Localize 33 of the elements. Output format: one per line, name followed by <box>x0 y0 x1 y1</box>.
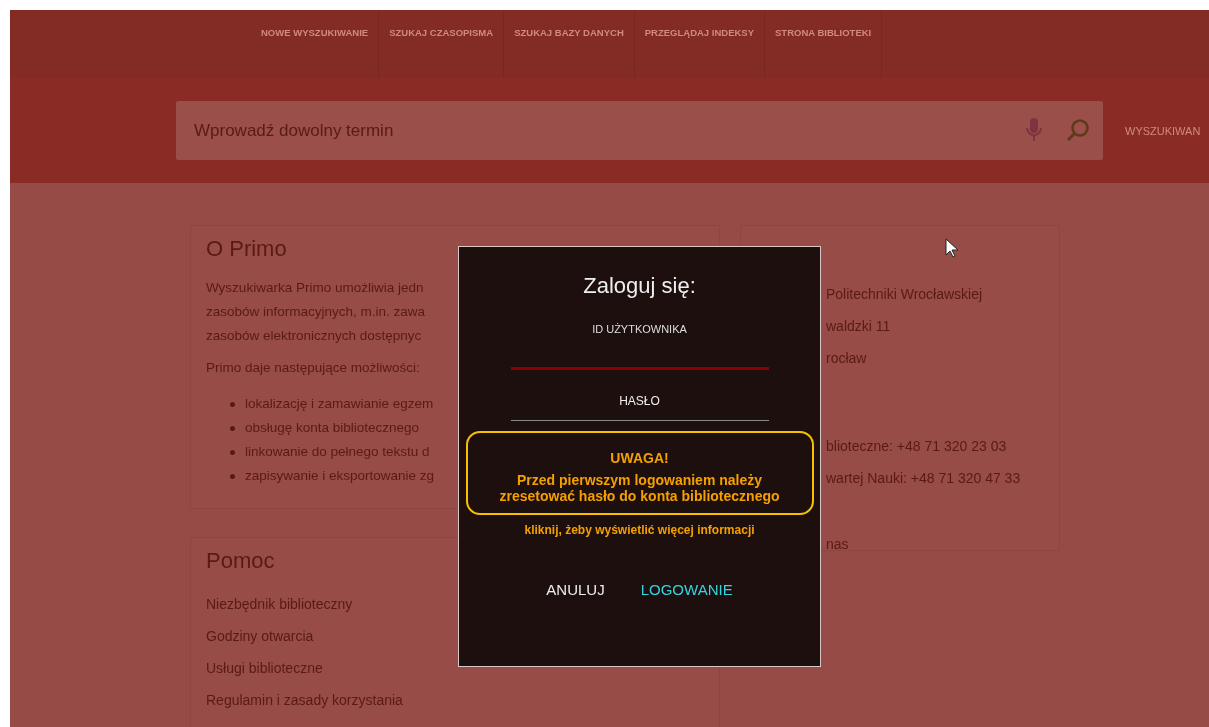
feature-item: linkowanie do pełnego tekstu d <box>245 443 430 461</box>
notice-text: Przed pierwszym logowaniem należy zresetować hasło do konta bibliotecznego <box>498 472 781 504</box>
address-line: Politechniki Wrocławskiej <box>826 285 984 304</box>
paragraph-line: zasobów elektronicznych dostępnyc <box>206 327 422 345</box>
paragraph-line: zasobów informacyjnych, m.in. zawa <box>206 303 426 321</box>
paragraph-line: Wyszukiwarka Primo umożliwia jedn <box>206 279 424 297</box>
input-field[interactable]: ID UŻYTKOWNIKA <box>510 323 769 370</box>
address-line: rocław <box>826 349 868 368</box>
search-field[interactable]: Wprowadź dowolny termin <box>176 101 1103 160</box>
bullet-icon <box>230 401 235 407</box>
cancel-button[interactable]: ANULUJ <box>546 581 605 598</box>
advanced-search-link[interactable]: WYSZUKIWAN <box>1125 124 1201 137</box>
phone-line: wartej Nauki: +48 71 320 47 33 <box>826 469 1022 488</box>
microphone-icon[interactable] <box>1025 117 1043 143</box>
bullet-icon <box>230 425 235 431</box>
address-line: waldzki 11 <box>826 317 892 336</box>
input-field[interactable]: HASŁO <box>510 394 769 421</box>
card-title: Pomoc <box>206 548 276 574</box>
mouse-cursor-icon <box>945 238 959 258</box>
bullet-icon <box>230 449 235 455</box>
card-title: O Primo <box>206 236 288 262</box>
feature-item: lokalizację i zamawianie egzem <box>245 395 434 413</box>
phone-line: blioteczne: +48 71 320 23 03 <box>826 437 1008 456</box>
intro-lead: Primo daje następujące możliwości: <box>206 359 421 377</box>
notice-heading: UWAGA! <box>610 450 669 466</box>
feature-item: obsługę konta bibliotecznego <box>245 419 420 437</box>
dialog-title: Zaloguj się: <box>583 273 696 299</box>
search-icon[interactable] <box>1065 117 1091 143</box>
bullet-icon <box>230 473 235 479</box>
contact-link[interactable]: nas <box>826 528 849 560</box>
more-info-link[interactable]: kliknij, żeby wyświetlić więcej informacji <box>524 523 755 537</box>
login-button[interactable]: LOGOWANIE <box>640 581 733 598</box>
help-link[interactable]: Regulamin i zasady korzystania <box>206 684 704 716</box>
